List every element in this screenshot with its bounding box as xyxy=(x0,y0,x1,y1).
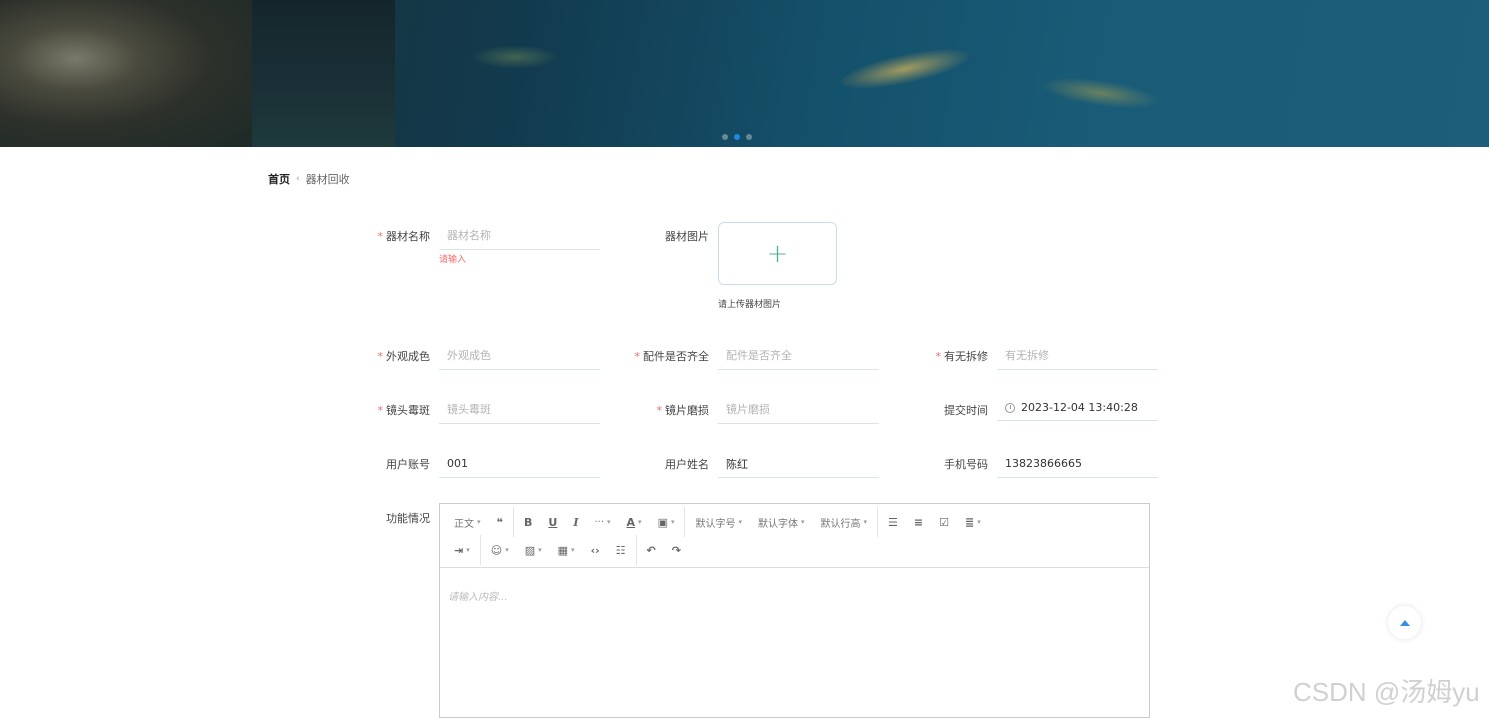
carousel-dot[interactable] xyxy=(722,134,728,140)
lens-mold-label: * 镜头霉斑 xyxy=(377,404,431,417)
font-size-dropdown[interactable]: 默认字号 ▾ xyxy=(687,508,750,536)
italic-icon[interactable]: I xyxy=(565,508,586,536)
banner-image-left xyxy=(0,0,252,147)
appearance-label: * 外观成色 xyxy=(377,350,431,363)
submit-time-value: 2023-12-04 13:40:28 xyxy=(1021,401,1138,414)
banner-highlight xyxy=(1038,71,1162,115)
paragraph-dropdown[interactable]: 正文 ▾ xyxy=(446,508,489,536)
carousel-dot[interactable] xyxy=(746,134,752,140)
undo-icon[interactable]: ↶ xyxy=(639,536,664,564)
banner-carousel xyxy=(0,0,1489,147)
carousel-indicators xyxy=(722,134,752,140)
disassembly-label: * 有无拆修 xyxy=(935,350,989,363)
line-height-dropdown[interactable]: 默认行高 ▾ xyxy=(813,508,876,536)
editor-content-area[interactable] xyxy=(440,568,1149,717)
breadcrumb-separator-icon: ‹ xyxy=(296,174,300,184)
font-color-icon[interactable]: A ▾ xyxy=(619,508,650,536)
image-upload-hint: 请上传器材图片 xyxy=(718,300,782,310)
quote-icon[interactable]: ❝ xyxy=(489,508,511,536)
underline-icon[interactable]: U xyxy=(540,508,565,536)
equipment-image-label: 器材图片 xyxy=(665,230,709,243)
lens-wear-label: * 镜片磨损 xyxy=(656,404,710,417)
toolbar-divider xyxy=(635,535,637,565)
accessories-label: * 配件是否齐全 xyxy=(634,350,710,363)
clock-icon xyxy=(1005,402,1015,413)
rich-text-editor: 正文 ▾ ❝ B U I ··· ▾ A ▾ ▣ ▾ 默认字号 ▾ 默认字体 ▾ 默认行高 ▾… xyxy=(439,503,1150,718)
numbered-list-icon[interactable]: ≡ xyxy=(906,508,931,536)
bold-icon[interactable]: B xyxy=(516,508,540,536)
background-color-icon[interactable]: ▣ ▾ xyxy=(650,508,683,536)
more-styles-dropdown[interactable]: ··· ▾ xyxy=(586,508,618,536)
lens-wear-input[interactable] xyxy=(718,396,879,424)
equipment-name-input[interactable] xyxy=(439,222,600,250)
disassembly-input[interactable] xyxy=(997,342,1158,370)
bulleted-list-icon[interactable]: ☰ xyxy=(880,508,906,536)
toolbar-divider xyxy=(479,535,481,565)
align-dropdown-icon[interactable]: ≣ ▾ xyxy=(957,508,989,536)
todo-checkbox-icon[interactable]: ☑ xyxy=(931,508,957,536)
toolbar-divider xyxy=(877,507,879,537)
breadcrumb-current: 器材回收 xyxy=(305,173,350,186)
submit-time-picker[interactable]: 2023-12-04 13:40:28 xyxy=(997,395,1158,421)
toolbar-divider xyxy=(684,507,686,537)
code-icon[interactable]: ‹› xyxy=(583,536,608,564)
table-icon[interactable]: ▦ ▾ xyxy=(550,536,583,564)
equipment-name-label: * 器材名称 xyxy=(377,230,431,243)
breadcrumb-home[interactable]: 首页 xyxy=(268,171,290,187)
user-name-input[interactable] xyxy=(718,450,879,478)
back-to-top-button[interactable] xyxy=(1388,606,1421,639)
toolbar-divider xyxy=(512,507,514,537)
function-status-label: 功能情况 xyxy=(386,512,430,525)
editor-toolbar: 正文 ▾ ❝ B U I ··· ▾ A ▾ ▣ ▾ 默认字号 ▾ 默认字体 ▾ 默认行高 ▾… xyxy=(440,504,1149,568)
banner-image-strip xyxy=(252,0,395,147)
image-upload-button[interactable]: + xyxy=(718,222,837,285)
user-name-label: 用户姓名 xyxy=(665,458,709,471)
phone-input[interactable] xyxy=(997,450,1158,478)
submit-time-label: 提交时间 xyxy=(944,404,988,417)
watermark: CSDN @汤姆yu xyxy=(1293,677,1480,707)
banner-highlight xyxy=(470,45,560,69)
breadcrumb: 首页 ‹ 器材回收 xyxy=(268,171,350,187)
redo-icon[interactable]: ↷ xyxy=(664,536,689,564)
emoji-icon[interactable]: ☺ ▾ xyxy=(483,536,517,564)
image-icon[interactable]: ▨ ▾ xyxy=(517,536,550,564)
appearance-input[interactable] xyxy=(439,342,600,370)
user-account-input[interactable] xyxy=(439,450,600,478)
accessories-input[interactable] xyxy=(718,342,879,370)
phone-label: 手机号码 xyxy=(944,458,988,471)
indent-dropdown-icon[interactable]: ⇥ ▾ xyxy=(446,536,478,564)
arrow-up-icon xyxy=(1399,619,1410,626)
user-account-label: 用户账号 xyxy=(386,458,430,471)
banner-highlight xyxy=(838,41,972,97)
equipment-name-error: 请输入 xyxy=(439,255,467,265)
plus-icon: + xyxy=(766,238,789,269)
font-family-dropdown[interactable]: 默认字体 ▾ xyxy=(750,508,813,536)
lens-mold-input[interactable] xyxy=(439,396,600,424)
carousel-dot-active[interactable] xyxy=(734,134,740,140)
divider-icon[interactable]: ☷ xyxy=(608,536,634,564)
